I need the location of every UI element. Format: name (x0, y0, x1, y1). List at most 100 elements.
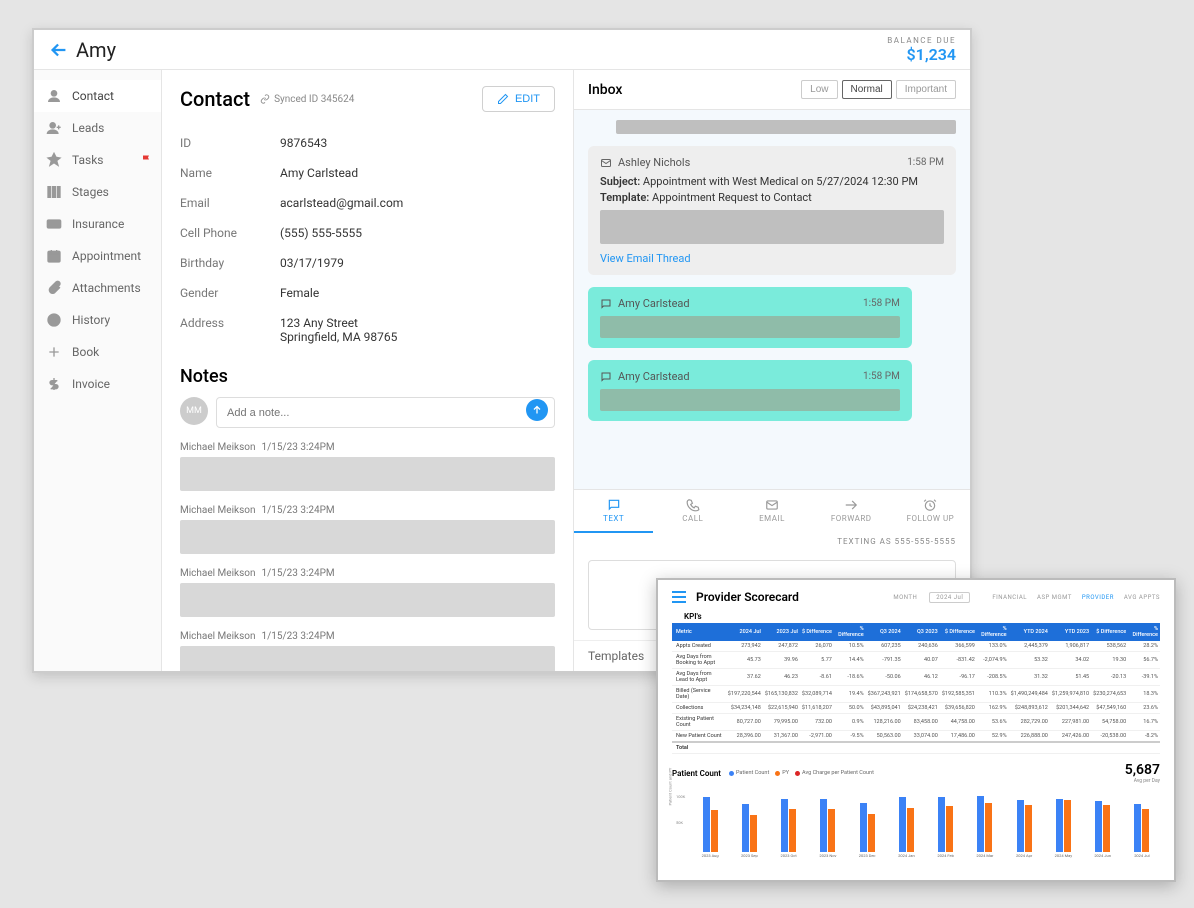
kpi-cell: 19.30 (1091, 652, 1128, 669)
messages-list[interactable]: Ashley Nichols1:58 PMSubject: Appointmen… (574, 110, 970, 489)
kpi-cell: 79,995.00 (763, 714, 800, 731)
action-tab-email[interactable]: EMAIL (732, 490, 811, 533)
bar (860, 803, 867, 852)
send-note-button[interactable] (526, 399, 548, 421)
sidebar-item-stages[interactable]: Stages (34, 176, 161, 208)
kpi-cell: Appts Created (672, 641, 726, 652)
field-row: Cell Phone(555) 555-5555 (180, 218, 555, 248)
edit-label: EDIT (515, 93, 540, 105)
sc-tab-avg-appts[interactable]: AVG APPTS (1124, 594, 1160, 601)
sidebar-item-contact[interactable]: Contact (34, 80, 161, 112)
month-select[interactable]: 2024 Jul (929, 592, 970, 603)
kpi-col: % Difference (1128, 623, 1160, 641)
sidebar-item-appointment[interactable]: Appointment (34, 240, 161, 272)
bar-group: 2024 Feb (928, 790, 964, 858)
message-card[interactable]: Amy Carlstead1:58 PM (588, 287, 912, 348)
bar (1134, 804, 1141, 852)
kpi-cell: 56.7% (1128, 652, 1160, 669)
bar-group: 2023 Sep (731, 790, 767, 858)
kpi-cell: 83,458.00 (903, 714, 940, 731)
message-card[interactable]: Amy Carlstead1:58 PM (588, 360, 912, 421)
sidebar-item-book[interactable]: Book (34, 336, 161, 368)
y-tick: 50K (676, 820, 683, 825)
kpi-cell: 133.0% (977, 641, 1009, 652)
kpi-cell: 2,445,379 (1009, 641, 1050, 652)
bar (703, 797, 710, 852)
field-value: Amy Carlstead (280, 166, 358, 180)
kpi-cell: 538,562 (1091, 641, 1128, 652)
sidebar-item-label: Insurance (72, 217, 124, 231)
note-input-row: MM (180, 397, 555, 428)
columns-icon (46, 184, 62, 200)
kpi-cell: New Patient Count (672, 731, 726, 743)
x-label: 2024 May (1055, 853, 1073, 858)
bar (1103, 805, 1110, 852)
note-entry: Michael Meikson1/15/23 3:24PM (180, 568, 555, 617)
chart-title: Patient Count (672, 769, 721, 778)
sidebar-item-leads[interactable]: Leads (34, 112, 161, 144)
field-value: acarlstead@gmail.com (280, 196, 403, 210)
view-thread-link[interactable]: View Email Thread (600, 252, 691, 265)
x-label: 2024 Jul (1134, 853, 1149, 858)
paperclip-icon (46, 280, 62, 296)
sc-tab-financial[interactable]: FINANCIAL (992, 594, 1027, 601)
sidebar-item-tasks[interactable]: Tasks (34, 144, 161, 176)
kpi-cell: -96.17 (940, 669, 977, 686)
note-time: 1/15/23 3:24PM (261, 568, 334, 579)
kpi-col: Q3 2023 (903, 623, 940, 641)
priority-low[interactable]: Low (801, 80, 837, 99)
sc-tab-asp-mgmt[interactable]: ASP MGMT (1037, 594, 1072, 601)
message-card[interactable]: Ashley Nichols1:58 PMSubject: Appointmen… (588, 146, 956, 275)
msg-from: Amy Carlstead (618, 370, 690, 383)
action-tab-text[interactable]: TEXT (574, 490, 653, 533)
field-label: Cell Phone (180, 226, 280, 240)
bar-group: 2024 Apr (1006, 790, 1042, 858)
msg-body (600, 316, 900, 338)
kpi-cell: 5.77 (800, 652, 834, 669)
priority-important[interactable]: Important (896, 80, 956, 99)
kpi-cell: 23.6% (1128, 703, 1160, 714)
kpi-cell: 0.9% (834, 714, 866, 731)
sc-tab-provider[interactable]: PROVIDER (1082, 594, 1114, 601)
month-label: MONTH (893, 594, 917, 601)
kpi-cell: 34.02 (1050, 652, 1091, 669)
note-meta: Michael Meikson1/15/23 3:24PM (180, 568, 555, 579)
action-tab-follow-up[interactable]: FOLLOW UP (891, 490, 970, 533)
sidebar-item-label: Leads (72, 121, 104, 135)
note-author: Michael Meikson (180, 505, 255, 516)
kpi-cell: 52.9% (977, 731, 1009, 743)
kpi-cell: $34,234,148 (726, 703, 763, 714)
kpi-total-row: Total (672, 742, 1160, 754)
bar (1017, 800, 1024, 852)
x-label: 2023 Dec (859, 853, 876, 858)
back-button[interactable]: Amy (48, 38, 116, 62)
action-tab-call[interactable]: CALL (653, 490, 732, 533)
edit-button[interactable]: EDIT (482, 86, 555, 112)
sidebar-item-attachments[interactable]: Attachments (34, 272, 161, 304)
kpi-cell: 50,563.00 (866, 731, 903, 743)
note-input[interactable] (227, 407, 544, 419)
hamburger-icon[interactable] (672, 591, 686, 603)
chat-icon (607, 498, 621, 512)
priority-normal[interactable]: Normal (842, 80, 892, 99)
kpi-cell: $367,243,921 (866, 686, 903, 703)
field-label: Gender (180, 286, 280, 300)
legend-item: PY (775, 770, 789, 776)
kpi-cell: $32,089,714 (800, 686, 834, 703)
contact-panel: Contact Synced ID 345624 EDIT ID9876543N… (162, 70, 574, 671)
scorecard-window: Provider Scorecard MONTH 2024 Jul FINANC… (656, 578, 1176, 882)
kpi-cell: 282,729.00 (1009, 714, 1050, 731)
page-title: Amy (76, 38, 116, 62)
kpi-cell: 1,906,817 (1050, 641, 1091, 652)
action-tab-forward[interactable]: FORWARD (812, 490, 891, 533)
kpi-cell: 19.4% (834, 686, 866, 703)
x-label: 2023 Nov (819, 853, 836, 858)
contact-title: Contact (180, 87, 250, 111)
sidebar-item-invoice[interactable]: Invoice (34, 368, 161, 400)
note-body (180, 520, 555, 554)
field-row: Birthday03/17/1979 (180, 248, 555, 278)
sidebar-item-insurance[interactable]: Insurance (34, 208, 161, 240)
bar-group: 2023 Dec (849, 790, 885, 858)
kpi-cell: 226,888.00 (1009, 731, 1050, 743)
sidebar-item-history[interactable]: History (34, 304, 161, 336)
